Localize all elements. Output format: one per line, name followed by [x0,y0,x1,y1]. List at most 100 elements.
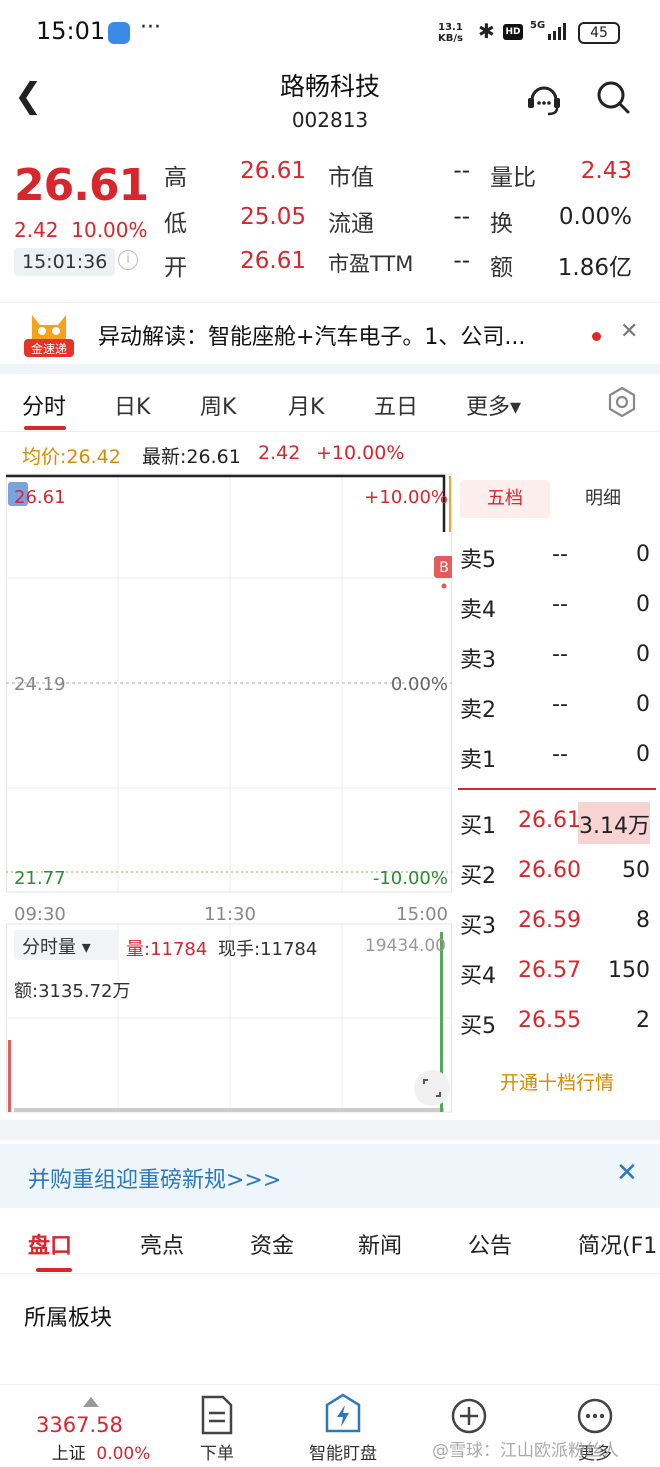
bid-volume: 150 [608,958,650,983]
bid-label: 买2 [460,864,496,889]
ask-volume: 0 [636,592,650,617]
order-book-divider [458,788,656,790]
tab-daily-k[interactable]: 日K [114,389,150,421]
battery-icon: 45 [578,22,620,44]
ask-label: 卖4 [460,598,496,623]
bid-label: 买5 [460,1014,496,1039]
ask-row: 卖3 -- 0 [460,636,650,676]
app-notification-icon [108,22,130,44]
open-level10-button[interactable]: 开通十档行情 [454,1068,660,1095]
value-amount: 1.86亿 [557,255,632,281]
bid-label: 买4 [460,964,496,989]
x-tick-midday: 11:30 [204,904,256,925]
tab-five-day[interactable]: 五日 [374,389,418,421]
tab-announcements[interactable]: 公告 [468,1228,512,1260]
hd-icon: HD [503,24,523,40]
tab-highlights[interactable]: 亮点 [140,1228,184,1260]
close-promo-icon[interactable]: ✕ [616,1158,638,1188]
value-volume-ratio: 2.43 [580,158,632,184]
net-speed-value: 13.1 [438,22,463,33]
bid-price: 26.55 [518,1008,581,1033]
current-price: 26.61 [14,160,149,211]
label-turnover: 换 [490,211,513,237]
promo-text: 并购重组迎重磅新规>>> [28,1168,282,1193]
add-icon [451,1398,487,1434]
tab-weekly-k[interactable]: 周K [200,389,236,421]
sector-section-title: 所属板块 [24,1306,113,1331]
news-banner[interactable]: 金速递 异动解读：智能座舱+汽车电子。1、公司... ✕ [0,302,660,364]
pct-axis-mid: 0.00% [391,674,448,695]
tab-more[interactable]: 更多▾ [466,389,521,421]
ask-label: 卖1 [460,748,496,773]
label-float: 流通 [328,211,374,237]
ask-price: -- [552,642,568,667]
smart-monitor-icon [325,1393,361,1433]
bid-row: 买5 26.55 2 [460,1002,650,1042]
bid-volume: 2 [636,1008,650,1033]
ask-price: -- [552,542,568,567]
tab-monthly-k[interactable]: 月K [288,389,324,421]
ask-label: 卖3 [460,648,496,673]
x-tick-open: 09:30 [14,904,66,925]
bid-volume: 3.14万 [579,814,650,839]
bid-price: 26.59 [518,908,581,933]
tab-profile[interactable]: 简况(F1 [578,1228,657,1260]
value-float: -- [453,204,470,230]
label-volume-ratio: 量比 [490,165,536,191]
volume-value: 量:11784 [126,939,207,960]
tab-funds[interactable]: 资金 [250,1228,294,1260]
bid-row: 买3 26.59 8 [460,902,650,942]
value-market-cap: -- [453,158,470,184]
ask-label: 卖5 [460,548,496,573]
triangle-up-icon [83,1397,99,1407]
ask-volume: 0 [636,642,650,667]
signal-type: 5G [530,20,546,31]
news-logo-text: 金速递 [31,341,67,356]
tab-news[interactable]: 新闻 [358,1228,402,1260]
ask-volume: 0 [636,692,650,717]
index-value: 3367.58 [36,1413,123,1437]
status-bar: 15:01 ··· 13.1 KB/s ✱ HD 5G 45 [0,0,660,64]
nav-smart-label: 智能盯盘 [309,1444,377,1464]
value-pe-ttm: -- [453,248,470,274]
chart-tabs: 分时 日K 周K 月K 五日 更多▾ [0,374,660,432]
watermark: @雪球：江山欧派粉丝人 [432,1441,619,1461]
pct-axis-bottom: -10.00% [373,868,448,889]
info-icon[interactable]: i [118,250,138,270]
tab-order-book[interactable]: 盘口 [28,1228,72,1260]
label-amount: 额 [490,255,513,281]
intraday-chart[interactable]: B 26.61 24.19 21.77 +10.00% 0.00% -10.00… [6,472,452,1114]
close-news-icon[interactable]: ✕ [620,319,638,344]
news-text: 异动解读：智能座舱+汽车电子。1、公司... [98,325,526,350]
change-percent: 10.00% [71,218,148,242]
index-pct: 0.00% [96,1444,151,1464]
volume-selector[interactable]: 分时量 ▾ [22,937,91,958]
bid-price: 26.57 [518,958,581,983]
volume-amount: 额:3135.72万 [14,981,131,1002]
tab-details[interactable]: 明细 [558,480,648,518]
quote-panel: 26.61 2.42 10.00% 15:01:36 i 高 26.61 市值 … [0,150,660,290]
promo-banner[interactable]: 并购重组迎重磅新规>>> ✕ [0,1144,660,1208]
quote-time: 15:01:36 [14,248,116,276]
value-turnover: 0.00% [558,204,632,230]
status-time: 15:01 [36,17,106,45]
ask-price: -- [552,742,568,767]
search-icon[interactable] [594,78,632,116]
settings-icon[interactable] [606,386,638,418]
ask-row: 卖5 -- 0 [460,536,650,576]
price-axis-bottom: 21.77 [14,868,66,889]
ask-volume: 0 [636,742,650,767]
ask-row: 卖4 -- 0 [460,586,650,626]
pct-axis-top: +10.00% [364,487,448,508]
more-notifications-icon: ··· [140,15,161,40]
volume-bar-open [8,1040,11,1112]
tab-intraday[interactable]: 分时 [22,389,66,421]
fullscreen-button[interactable] [414,1070,450,1106]
bid-row: 买2 26.60 50 [460,852,650,892]
ask-label: 卖2 [460,698,496,723]
bid-price: 26.60 [518,858,581,883]
tab-five-levels[interactable]: 五档 [460,480,550,518]
bid-volume: 50 [622,858,650,883]
customer-service-icon[interactable] [524,78,564,118]
active-tab-underline [24,426,66,430]
